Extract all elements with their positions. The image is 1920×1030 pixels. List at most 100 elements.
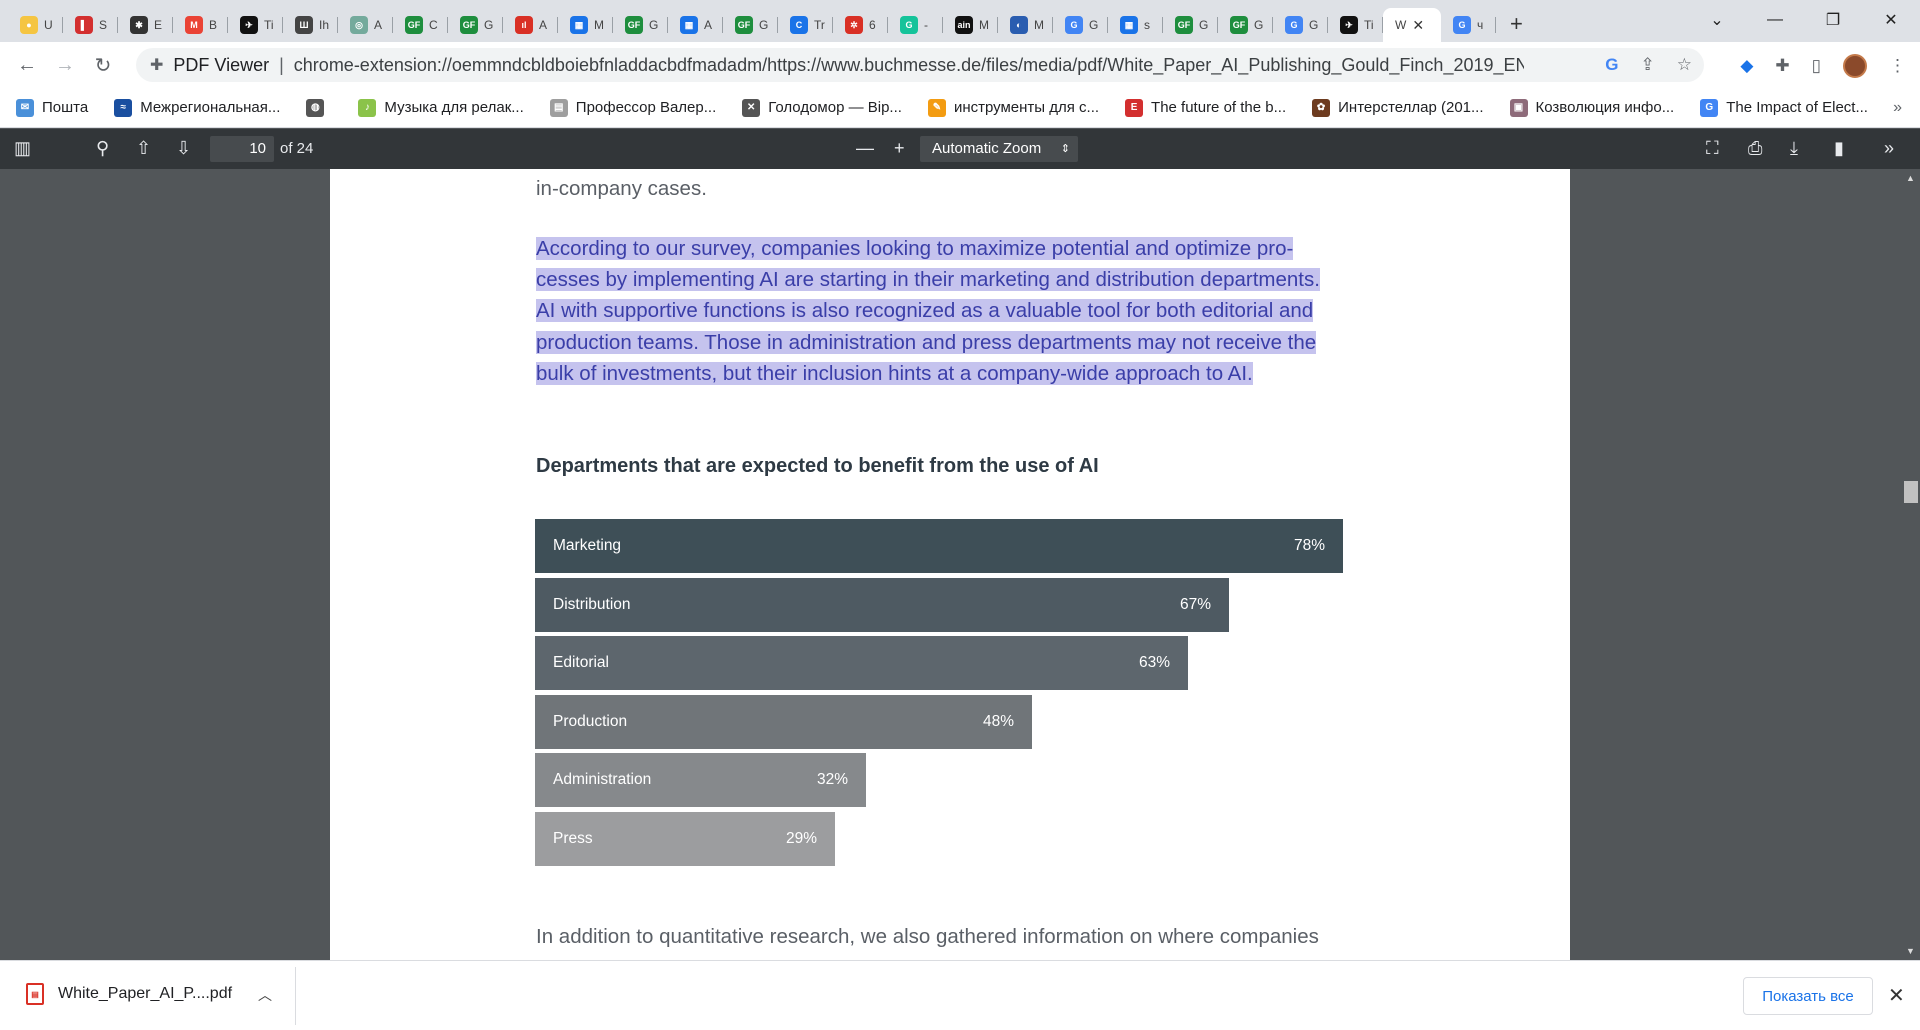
search-icon[interactable]: ⚲ [96, 138, 109, 159]
zoom-select[interactable]: Automatic Zoom ⇕ [920, 136, 1078, 162]
tab[interactable]: ◐ M [998, 8, 1053, 42]
new-tab-icon[interactable]: + [1510, 11, 1523, 37]
tab[interactable]: Ш Ih [283, 8, 338, 42]
minimize-icon[interactable]: — [1746, 11, 1804, 29]
tab-active[interactable]: W ✕ [1383, 8, 1441, 42]
tab-title: 6 [869, 18, 876, 32]
bookmark-label: Профессор Валер... [575, 99, 717, 116]
google-translate-icon[interactable]: G [1605, 55, 1618, 75]
bar-value-label: 67% [1179, 595, 1211, 613]
tab-title: G [1309, 18, 1319, 32]
next-page-icon[interactable]: ⇩ [176, 138, 191, 159]
tab[interactable]: ✈ Ti [228, 8, 283, 42]
tab[interactable]: ✈ Ti [1328, 8, 1383, 42]
tab[interactable]: GF G [1218, 8, 1273, 42]
bookmark-item[interactable]: ≈ Межрегиональная... [114, 98, 281, 117]
extensions-puzzle-icon[interactable]: ✚ [1775, 56, 1789, 76]
bookmark-item[interactable]: G The Impact of Elect... [1700, 98, 1868, 117]
tab-favicon-icon: GF [460, 16, 478, 34]
sidebar-toggle-icon[interactable]: ▥ [14, 138, 31, 159]
back-icon[interactable]: ← [8, 54, 46, 77]
bookmark-favicon-icon: ♪ [358, 98, 377, 117]
url-text[interactable]: chrome-extension://oemmndcbldboiebfnladd… [294, 55, 1524, 76]
tab[interactable]: ● U [8, 8, 63, 42]
restore-icon[interactable]: ❐ [1804, 10, 1862, 30]
bookmarks-overflow-icon[interactable]: » [1893, 99, 1902, 117]
scrollbar-thumb[interactable] [1904, 481, 1918, 503]
download-item[interactable]: ▤ White_Paper_AI_P....pdf [26, 983, 232, 1005]
tab[interactable]: ✱ E [118, 8, 173, 42]
bookmark-item[interactable]: ✎ инструменты для с... [927, 98, 1100, 117]
menu-kebab-icon[interactable]: ⋮ [1889, 56, 1906, 76]
tab[interactable]: ▦ M [558, 8, 613, 42]
tab[interactable]: ◎ A [338, 8, 393, 42]
share-icon[interactable]: ⇪ [1641, 55, 1655, 75]
bookmark-item[interactable]: ✕ Голодомор — Вір... [742, 98, 902, 117]
tab-title: G [649, 18, 659, 32]
chevron-up-icon[interactable]: ︿ [258, 985, 272, 1005]
tab[interactable]: ▦ A [668, 8, 723, 42]
tab[interactable]: G- [888, 8, 943, 42]
bookmark-star-icon[interactable]: ☆ [1677, 55, 1692, 75]
bookmark-item[interactable]: ✉ Пошта [16, 98, 88, 117]
extension-icon[interactable]: ◆ [1740, 56, 1753, 76]
scroll-up-icon[interactable]: ▲ [1906, 173, 1915, 183]
tab[interactable]: ▌ S [63, 8, 118, 42]
address-bar[interactable]: ✚ PDF Viewer | chrome-extension://oemmnd… [136, 48, 1704, 82]
scrollbar[interactable]: ▲ ▼ [1902, 169, 1920, 960]
bookmark-item[interactable]: E The future of the b... [1125, 98, 1286, 117]
zoom-out-icon[interactable]: — [856, 138, 874, 159]
bookmark-label: инструменты для с... [953, 99, 1100, 116]
page-number-input[interactable]: 10 [210, 136, 274, 162]
tab[interactable]: GF G [448, 8, 503, 42]
tab[interactable]: ▦ s [1108, 8, 1163, 42]
bookmark-item[interactable]: ▣ Козволюция инфо... [1509, 98, 1675, 117]
tab[interactable]: ✲ 6 [833, 8, 888, 42]
tab-title: M [594, 18, 604, 32]
tab-favicon-icon: ain [955, 16, 973, 34]
pdf-viewer[interactable]: in-company cases. According to our surve… [0, 169, 1920, 960]
bookmark-icon[interactable]: ▮ [1834, 138, 1844, 159]
zoom-in-icon[interactable]: + [894, 138, 905, 159]
tab[interactable]: GF G [1163, 8, 1218, 42]
tab[interactable]: GF G [723, 8, 778, 42]
download-icon[interactable]: ⤓ [1790, 138, 1798, 159]
presentation-mode-icon[interactable]: ⛶ [1706, 138, 1719, 159]
bookmark-item[interactable]: ♪ Музыка для релак... [358, 98, 524, 117]
show-all-button[interactable]: Показать все [1743, 977, 1873, 1015]
bookmark-item[interactable]: ◍ [306, 98, 332, 117]
pdf-toolbar: ▥ ⚲ ⇧ ⇩ 10 of 24 — + Automatic Zoom ⇕ ⛶ … [0, 129, 1920, 169]
close-window-icon[interactable]: ✕ [1862, 10, 1920, 30]
side-panel-icon[interactable]: ▯ [1812, 56, 1821, 76]
previous-page-icon[interactable]: ⇧ [136, 138, 151, 159]
bookmark-item[interactable]: ▤ Профессор Валер... [549, 98, 717, 117]
tab-title: W [1395, 18, 1407, 32]
bookmark-item[interactable]: ✿ Интерстеллар (201... [1312, 98, 1484, 117]
tab[interactable]: MB [173, 8, 228, 42]
tab-favicon-icon: ◎ [350, 16, 368, 34]
avatar[interactable] [1843, 54, 1867, 78]
tab[interactable]: C Tr [778, 8, 833, 42]
tab[interactable]: ıl A [503, 8, 558, 42]
close-icon[interactable]: ✕ [1888, 983, 1905, 1008]
forward-icon[interactable]: → [46, 54, 84, 77]
print-icon[interactable]: ⎙ [1748, 138, 1762, 159]
tab-favicon-icon: ✈ [1340, 16, 1358, 34]
tab[interactable]: GF C [393, 8, 448, 42]
tab[interactable]: GG [1053, 8, 1108, 42]
tab[interactable]: GG [1273, 8, 1328, 42]
bookmark-label: Межрегиональная... [140, 99, 281, 116]
bar-category-label: Marketing [553, 537, 622, 554]
download-filename[interactable]: White_Paper_AI_P....pdf [58, 985, 232, 1003]
tab[interactable]: ain M [943, 8, 998, 42]
tab[interactable]: Gч [1441, 8, 1496, 42]
tab-favicon-icon: G [1065, 16, 1083, 34]
scroll-down-icon[interactable]: ▼ [1906, 946, 1915, 956]
tab-title: Tr [814, 18, 825, 32]
tab[interactable]: GF G [613, 8, 668, 42]
tab-search-icon[interactable]: ⌄ [1688, 10, 1746, 30]
close-tab-icon[interactable]: ✕ [1412, 17, 1424, 34]
bookmark-label: Козволюция инфо... [1535, 99, 1675, 116]
reload-icon[interactable]: ↻ [84, 53, 122, 78]
tools-menu-icon[interactable]: » [1884, 138, 1894, 159]
